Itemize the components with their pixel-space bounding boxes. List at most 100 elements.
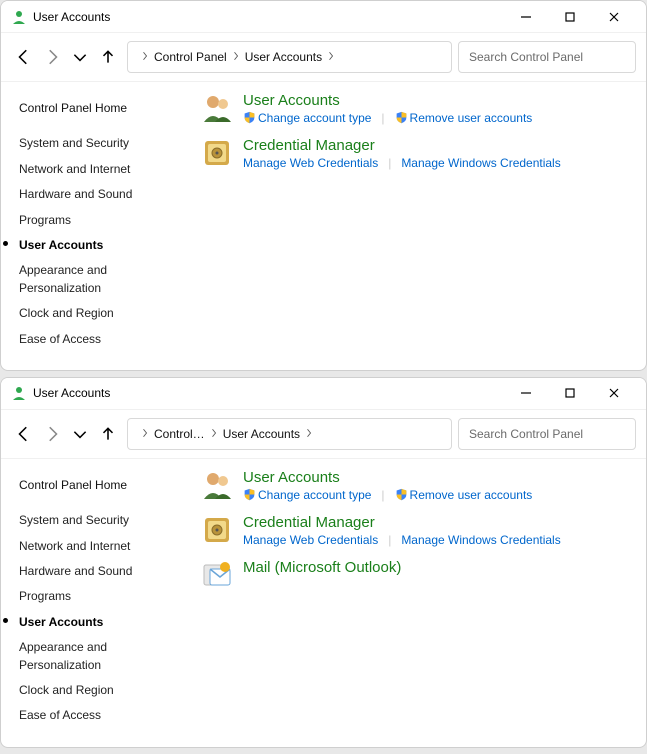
shield-icon [243, 111, 258, 125]
task-link[interactable]: Remove user accounts [395, 111, 533, 125]
close-button[interactable] [592, 379, 636, 407]
titlebar: User Accounts [1, 1, 646, 33]
task-link[interactable]: Manage Windows Credentials [401, 156, 560, 170]
sidebar-item[interactable]: User Accounts [13, 610, 173, 635]
task-link-label: Change account type [258, 111, 371, 125]
sidebar-item[interactable]: Clock and Region [13, 678, 173, 703]
separator: | [384, 533, 395, 547]
address-bar[interactable]: Control Panel User Accounts [127, 41, 452, 73]
sidebar-item[interactable]: System and Security [13, 508, 173, 533]
minimize-button[interactable] [504, 3, 548, 31]
address-bar[interactable]: Control… User Accounts [127, 418, 452, 450]
task-link-label: Remove user accounts [410, 488, 533, 502]
sidebar-item[interactable]: Hardware and Sound [13, 559, 173, 584]
task-link[interactable]: Remove user accounts [395, 488, 533, 502]
nav-forward-button[interactable] [43, 425, 61, 443]
breadcrumb[interactable]: User Accounts [245, 50, 322, 64]
titlebar: User Accounts [1, 378, 646, 410]
shield-icon [395, 488, 410, 502]
task-link-label: Manage Windows Credentials [401, 533, 560, 547]
task-link[interactable]: Manage Windows Credentials [401, 533, 560, 547]
window: User Accounts Control Panel User Accounts… [0, 0, 647, 371]
category-title[interactable]: User Accounts [243, 469, 634, 486]
sidebar-item[interactable]: Ease of Access [13, 327, 173, 352]
category-group: Credential Manager Manage Web Credentials… [201, 514, 634, 547]
sidebar-item[interactable]: Programs [13, 208, 173, 233]
task-link[interactable]: Change account type [243, 111, 371, 125]
search-box[interactable] [458, 418, 636, 450]
task-link-label: Manage Web Credentials [243, 533, 378, 547]
category-group: User Accounts Change account type | Remove … [201, 469, 634, 502]
sidebar-item[interactable]: Ease of Access [13, 703, 173, 728]
sidebar-item[interactable]: Clock and Region [13, 301, 173, 326]
safe-icon [201, 137, 233, 169]
chevron-right-icon [142, 50, 148, 64]
breadcrumb[interactable]: User Accounts [223, 427, 300, 441]
back-arrow-icon [15, 48, 33, 66]
category-title[interactable]: User Accounts [243, 92, 634, 109]
people-icon [201, 469, 233, 501]
chevron-right-icon [142, 427, 148, 441]
content-area: User Accounts Change account type | Remove … [173, 469, 634, 729]
minimize-button[interactable] [504, 379, 548, 407]
nav-back-button[interactable] [15, 425, 33, 443]
breadcrumb[interactable]: Control… [154, 427, 205, 441]
sidebar-item[interactable]: Appearance and Personalization [13, 258, 173, 301]
search-input[interactable] [469, 427, 625, 441]
search-box[interactable] [458, 41, 636, 73]
category-title[interactable]: Credential Manager [243, 514, 634, 531]
sidebar-item[interactable]: Hardware and Sound [13, 182, 173, 207]
mail-icon [201, 559, 233, 591]
task-link[interactable]: Manage Web Credentials [243, 156, 378, 170]
window-title: User Accounts [33, 10, 110, 24]
category-title[interactable]: Credential Manager [243, 137, 634, 154]
up-arrow-icon [99, 48, 117, 66]
chevron-down-icon [71, 48, 89, 66]
window: User Accounts Control… User Accounts Cont… [0, 377, 647, 748]
separator: | [384, 156, 395, 170]
app-icon [11, 9, 27, 25]
sidebar: Control Panel Home System and SecurityNet… [13, 469, 173, 729]
close-button[interactable] [592, 3, 636, 31]
nav-forward-button[interactable] [43, 48, 61, 66]
sidebar-home[interactable]: Control Panel Home [13, 96, 173, 121]
sidebar-item[interactable]: Network and Internet [13, 157, 173, 182]
task-link[interactable]: Change account type [243, 488, 371, 502]
sidebar-item[interactable]: User Accounts [13, 233, 173, 258]
nav-up-button[interactable] [99, 425, 117, 443]
chevron-right-icon [211, 427, 217, 441]
sidebar-home[interactable]: Control Panel Home [13, 473, 173, 498]
sidebar-item[interactable]: Programs [13, 584, 173, 609]
people-icon [201, 92, 233, 124]
search-input[interactable] [469, 50, 625, 64]
separator: | [377, 111, 388, 125]
maximize-button[interactable] [548, 3, 592, 31]
category-title[interactable]: Mail (Microsoft Outlook) [243, 559, 634, 576]
separator: | [377, 488, 388, 502]
sidebar: Control Panel Home System and SecurityNet… [13, 92, 173, 352]
task-link-label: Remove user accounts [410, 111, 533, 125]
sidebar-item[interactable]: System and Security [13, 131, 173, 156]
category-group: Mail (Microsoft Outlook) [201, 559, 634, 591]
maximize-button[interactable] [548, 379, 592, 407]
chevron-right-icon [328, 50, 334, 64]
shield-icon [395, 111, 410, 125]
breadcrumb[interactable]: Control Panel [154, 50, 227, 64]
category-group: User Accounts Change account type | Remove … [201, 92, 634, 125]
sidebar-item[interactable]: Appearance and Personalization [13, 635, 173, 678]
back-arrow-icon [15, 425, 33, 443]
sidebar-item[interactable]: Network and Internet [13, 534, 173, 559]
task-link[interactable]: Manage Web Credentials [243, 533, 378, 547]
window-title: User Accounts [33, 386, 110, 400]
nav-recent-button[interactable] [71, 48, 89, 66]
shield-icon [243, 488, 258, 502]
nav-up-button[interactable] [99, 48, 117, 66]
nav-recent-button[interactable] [71, 425, 89, 443]
chevron-right-icon [233, 50, 239, 64]
chevron-right-icon [306, 427, 312, 441]
content-area: User Accounts Change account type | Remove … [173, 92, 634, 352]
nav-back-button[interactable] [15, 48, 33, 66]
forward-arrow-icon [43, 425, 61, 443]
toolbar: Control… User Accounts [1, 410, 646, 459]
task-link-label: Manage Web Credentials [243, 156, 378, 170]
